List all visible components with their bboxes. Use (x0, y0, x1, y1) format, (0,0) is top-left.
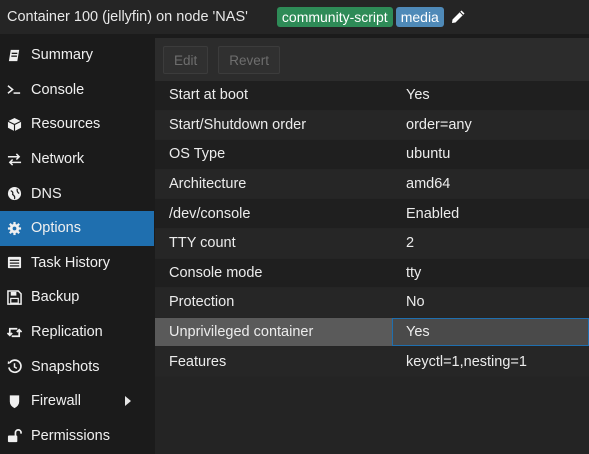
list-icon (6, 255, 22, 271)
sidebar-item-task-history[interactable]: Task History (0, 246, 154, 281)
sidebar-item-dns[interactable]: DNS (0, 176, 154, 211)
retweet-icon (6, 324, 22, 340)
sidebar-item-label: Options (31, 220, 81, 237)
sidebar-item-snapshots[interactable]: Snapshots (0, 349, 154, 384)
sidebar-item-console[interactable]: Console (0, 73, 154, 108)
sidebar-item-permissions[interactable]: Permissions (0, 419, 154, 454)
table-row[interactable]: Architecture amd64 (155, 169, 589, 200)
options-panel: Edit Revert Start at boot Yes Start/Shut… (155, 38, 589, 454)
page-title: Container 100 (jellyfin) on node 'NAS' (7, 9, 248, 25)
table-row[interactable]: /dev/console Enabled (155, 199, 589, 229)
tag-community-script[interactable]: community-script (276, 7, 393, 27)
history-icon (6, 359, 22, 375)
table-row[interactable]: Features keyctl=1,nesting=1 (155, 347, 589, 377)
gear-icon (6, 220, 22, 236)
sidebar-item-label: Replication (31, 324, 103, 341)
sidebar-item-label: Task History (31, 254, 110, 271)
pencil-icon[interactable] (450, 9, 466, 25)
title-bar: Container 100 (jellyfin) on node 'NAS' c… (0, 0, 589, 34)
sidebar-item-firewall[interactable]: Firewall (0, 384, 154, 419)
option-key: Unprivileged container (155, 317, 392, 347)
sidebar-item-label: Backup (31, 289, 80, 306)
option-value: tty (406, 264, 422, 281)
tag-list: community-script media (276, 7, 466, 27)
option-key: Start/Shutdown order (169, 116, 307, 133)
unlock-icon (6, 428, 22, 444)
sidebar-item-summary[interactable]: Summary (0, 38, 154, 73)
option-value: 2 (406, 235, 415, 252)
toolbar: Edit Revert (155, 38, 589, 81)
table-row[interactable]: Start/Shutdown order order=any (155, 110, 589, 141)
table-row[interactable]: Console mode tty (155, 258, 589, 289)
exchange-icon (6, 151, 22, 167)
table-row[interactable]: TTY count 2 (155, 228, 589, 259)
table-row[interactable]: OS Type ubuntu (155, 140, 589, 170)
option-value: Yes (406, 87, 430, 104)
options-grid: Start at boot Yes Start/Shutdown order o… (155, 81, 589, 377)
option-key: Console mode (169, 264, 263, 281)
option-key: Protection (169, 294, 235, 311)
summary-icon (6, 47, 22, 63)
table-row-selected[interactable]: Unprivileged container Yes (155, 317, 589, 348)
option-value: keyctl=1,nesting=1 (406, 353, 527, 370)
option-key: OS Type (169, 146, 226, 163)
option-key: TTY count (169, 235, 236, 252)
revert-button[interactable]: Revert (218, 45, 281, 74)
sidebar-item-label: DNS (31, 185, 62, 202)
option-value: amd64 (406, 176, 451, 193)
option-key: Architecture (169, 176, 247, 193)
cube-icon (6, 116, 22, 132)
table-row[interactable]: Protection No (155, 288, 589, 318)
terminal-icon (6, 82, 22, 98)
shield-icon (6, 393, 22, 409)
sidebar-item-label: Permissions (31, 427, 110, 444)
option-key: Features (169, 353, 227, 370)
option-value: Yes (392, 317, 589, 347)
edit-button[interactable]: Edit (163, 45, 209, 74)
option-value: Enabled (406, 205, 460, 222)
floppy-icon (6, 289, 22, 305)
sidebar-item-backup[interactable]: Backup (0, 280, 154, 315)
sidebar-item-label: Resources (31, 116, 101, 133)
sidebar-item-replication[interactable]: Replication (0, 315, 154, 350)
table-row[interactable]: Start at boot Yes (155, 81, 589, 111)
option-value: order=any (406, 116, 472, 133)
sidebar-item-label: Firewall (31, 393, 81, 410)
sidebar-item-options[interactable]: Options (0, 210, 154, 246)
option-value: ubuntu (406, 146, 451, 163)
chevron-right-icon[interactable] (125, 395, 131, 406)
globe-icon (6, 186, 22, 202)
sidebar-item-network[interactable]: Network (0, 142, 154, 177)
option-value: No (406, 294, 425, 311)
sidebar-item-label: Network (31, 151, 85, 168)
option-key: /dev/console (169, 205, 251, 222)
sidebar-nav: Summary Console Resources Network DNS Op… (0, 38, 154, 454)
sidebar-item-resources[interactable]: Resources (0, 107, 154, 142)
option-key: Start at boot (169, 87, 248, 104)
sidebar-item-label: Console (31, 81, 85, 98)
tag-media[interactable]: media (395, 7, 444, 27)
sidebar-item-label: Summary (31, 47, 94, 64)
sidebar-item-label: Snapshots (31, 358, 100, 375)
